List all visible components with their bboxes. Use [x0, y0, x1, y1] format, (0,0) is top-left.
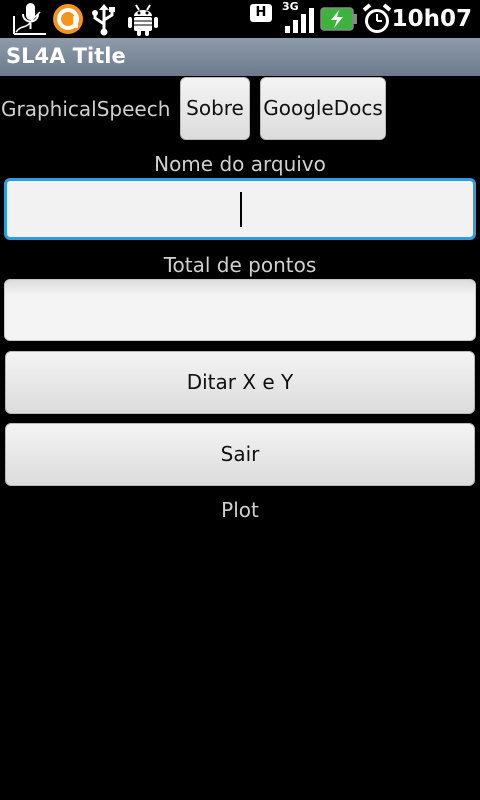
android-debug-icon	[128, 4, 158, 36]
dictate-xy-button[interactable]: Ditar X e Y	[5, 351, 475, 414]
text-cursor	[240, 192, 242, 227]
total-points-input[interactable]	[4, 279, 476, 341]
filename-input[interactable]	[4, 178, 476, 240]
signal-icon	[285, 8, 314, 33]
status-clock: 10h07	[391, 6, 472, 32]
app-name-label: GraphicalSpeech	[1, 97, 171, 121]
hspa-badge: H	[250, 4, 272, 22]
plot-label: Plot	[221, 498, 259, 522]
total-points-label: Total de pontos	[163, 253, 317, 277]
status-bar: H 3G 10h07	[0, 0, 480, 38]
battery-charging-icon	[320, 7, 357, 31]
usb-icon	[92, 4, 115, 36]
filename-label: Nome do arquivo	[154, 152, 326, 176]
app-notification-icon	[53, 4, 83, 34]
googledocs-button[interactable]: GoogleDocs	[260, 77, 386, 140]
voice-search-icon	[13, 3, 46, 35]
alarm-clock-icon	[362, 3, 392, 33]
window-title: SL4A Title	[6, 44, 126, 68]
title-bar: SL4A Title	[0, 38, 480, 76]
exit-button[interactable]: Sair	[5, 423, 475, 486]
about-button[interactable]: Sobre	[180, 77, 250, 140]
